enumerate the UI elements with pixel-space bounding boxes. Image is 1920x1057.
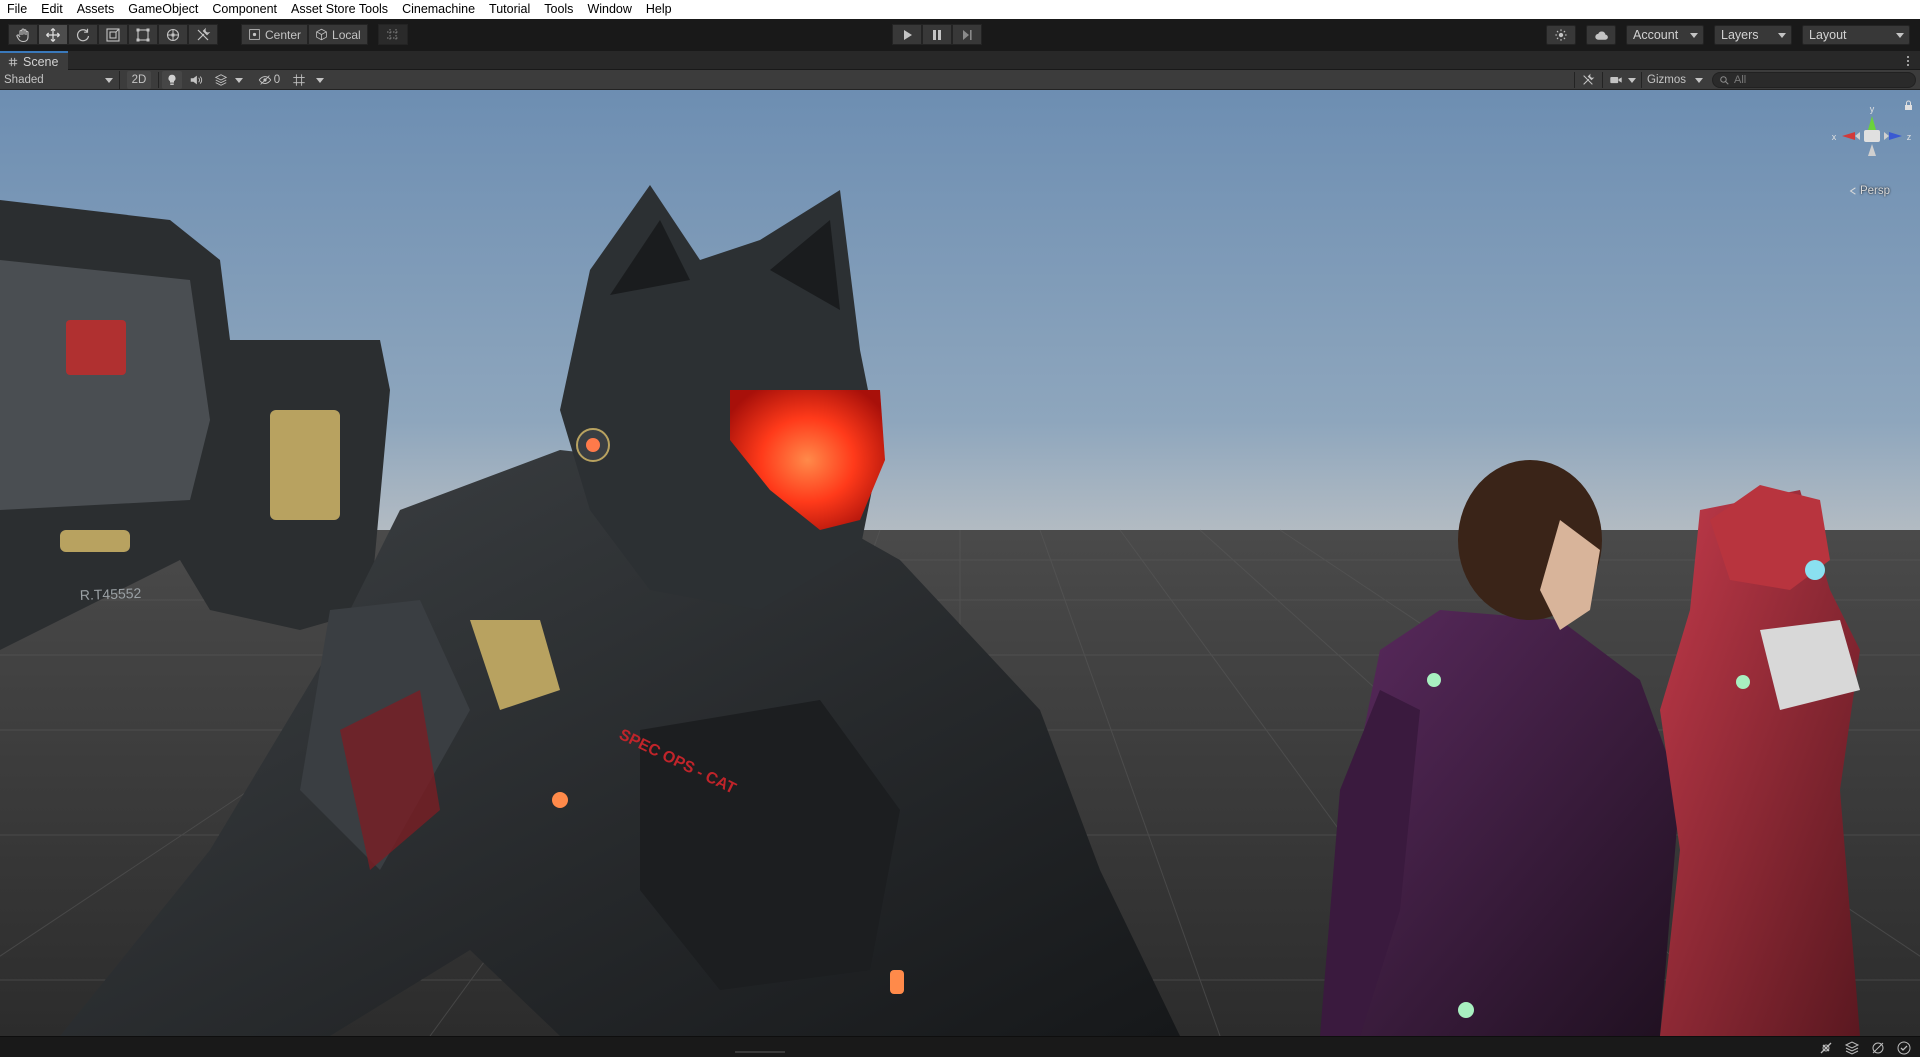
grid-snap-icon[interactable] — [378, 24, 408, 45]
layout-dropdown[interactable]: Layout — [1802, 25, 1910, 45]
services-sun-icon[interactable] — [1546, 25, 1576, 45]
draw-mode-dropdown[interactable]: Shaded — [0, 71, 120, 89]
scene-grid-icon — [8, 57, 18, 66]
menu-tutorial[interactable]: Tutorial — [482, 0, 537, 19]
rifle-model: R.T45552 — [0, 200, 390, 650]
gizmos-dropdown[interactable]: Gizmos — [1645, 71, 1705, 89]
check-circle-icon[interactable] — [1896, 1040, 1912, 1056]
search-placeholder: All — [1734, 74, 1747, 86]
pause-button[interactable] — [922, 24, 952, 45]
mode-2d-toggle[interactable]: 2D — [127, 71, 151, 89]
account-label: Account — [1633, 28, 1679, 42]
menu-edit[interactable]: Edit — [34, 0, 70, 19]
hidden-objects-toggle[interactable]: 0 — [252, 71, 286, 89]
more-options-icon[interactable] — [1906, 55, 1910, 67]
orientation-gizmo[interactable]: y x z — [1820, 90, 1920, 200]
menu-file[interactable]: File — [0, 0, 34, 19]
layout-label: Layout — [1809, 28, 1847, 42]
tools-toggle-icon[interactable] — [1578, 71, 1598, 89]
effects-dropdown-icon[interactable] — [233, 71, 245, 89]
cloud-icon[interactable] — [1586, 25, 1616, 45]
play-controls — [892, 24, 982, 45]
rect-tool-icon[interactable] — [128, 24, 158, 45]
camera-dropdown-icon[interactable] — [1626, 71, 1638, 89]
pivot-center-label: Center — [265, 27, 302, 42]
menu-gameobject[interactable]: GameObject — [121, 0, 205, 19]
gizmo-x-label: x — [1832, 132, 1837, 142]
eye-slash-icon — [258, 75, 272, 85]
status-bar — [0, 1036, 1920, 1057]
scene-view-toolbar: Shaded 2D 0 Gizmos All — [0, 70, 1920, 90]
step-button[interactable] — [952, 24, 982, 45]
hand-tool-icon[interactable] — [8, 24, 38, 45]
menu-assets[interactable]: Assets — [70, 0, 122, 19]
gizmo-z-label: z — [1907, 132, 1912, 142]
mode-2d-label: 2D — [131, 74, 147, 86]
pivot-center-toggle[interactable]: Center — [241, 24, 309, 45]
layers-stack-icon[interactable] — [1844, 1040, 1860, 1056]
search-icon — [1720, 75, 1729, 85]
projection-label: Persp — [1859, 185, 1890, 197]
auto-generate-lighting-icon[interactable] — [1870, 1040, 1886, 1056]
main-toolbar: Center Local Account Layers Layout — [0, 19, 1920, 51]
pivot-controls: Center Local — [241, 24, 368, 45]
draw-mode-label: Shaded — [4, 74, 44, 86]
camera-icon[interactable] — [1606, 71, 1626, 89]
y-axis-cone[interactable] — [1868, 116, 1876, 130]
menu-help[interactable]: Help — [639, 0, 679, 19]
layers-label: Layers — [1721, 28, 1759, 42]
grid-dropdown-icon[interactable] — [314, 71, 326, 89]
effects-toggle-icon[interactable] — [211, 71, 231, 89]
custom-tool-icon[interactable] — [188, 24, 218, 45]
menu-tools[interactable]: Tools — [537, 0, 580, 19]
move-tool-icon[interactable] — [38, 24, 68, 45]
menu-asset-store-tools[interactable]: Asset Store Tools — [284, 0, 395, 19]
pivot-space-label: Local — [332, 27, 361, 42]
snap-controls — [378, 24, 408, 45]
chevron-down-icon — [1695, 78, 1703, 83]
pivot-space-toggle[interactable]: Local — [308, 24, 368, 45]
scene-search-input[interactable]: All — [1712, 72, 1916, 88]
menu-bar: File Edit Assets GameObject Component As… — [0, 0, 1920, 19]
play-button[interactable] — [892, 24, 922, 45]
gizmo-y-label: y — [1870, 104, 1875, 114]
scale-tool-icon[interactable] — [98, 24, 128, 45]
grid-toggle-icon[interactable] — [290, 71, 308, 89]
rifle-serial-text: R.T45552 — [80, 585, 142, 603]
transform-tools — [8, 24, 218, 45]
lighting-toggle-icon[interactable] — [162, 71, 182, 89]
chevron-left-icon — [1849, 187, 1856, 195]
menu-cinemachine[interactable]: Cinemachine — [395, 0, 482, 19]
rotate-tool-icon[interactable] — [68, 24, 98, 45]
layers-dropdown[interactable]: Layers — [1714, 25, 1792, 45]
scene-render: R.T45552 SPEC OPS - CAT — [0, 185, 1920, 1036]
debug-icon[interactable] — [1818, 1040, 1834, 1056]
gizmo-center-cube[interactable] — [1864, 130, 1880, 142]
tab-scene[interactable]: Scene — [0, 51, 69, 70]
projection-toggle[interactable]: Persp — [1849, 185, 1890, 197]
chevron-down-icon — [105, 78, 113, 83]
gizmos-label: Gizmos — [1647, 74, 1686, 86]
hidden-count: 0 — [273, 74, 281, 86]
z-axis-cone[interactable] — [1889, 132, 1902, 140]
menu-window[interactable]: Window — [580, 0, 638, 19]
splitter-handle[interactable] — [735, 1051, 785, 1053]
menu-component[interactable]: Component — [205, 0, 284, 19]
scene-tab-bar: Scene — [0, 51, 1920, 70]
audio-toggle-icon[interactable] — [186, 71, 206, 89]
scene-viewport[interactable]: R.T45552 SPEC OPS - CAT y x z Persp — [0, 90, 1920, 1036]
transform-tool-icon[interactable] — [158, 24, 188, 45]
account-dropdown[interactable]: Account — [1626, 25, 1704, 45]
lock-icon[interactable] — [1905, 100, 1912, 110]
x-axis-cone[interactable] — [1842, 132, 1855, 140]
tab-scene-label: Scene — [23, 54, 59, 69]
